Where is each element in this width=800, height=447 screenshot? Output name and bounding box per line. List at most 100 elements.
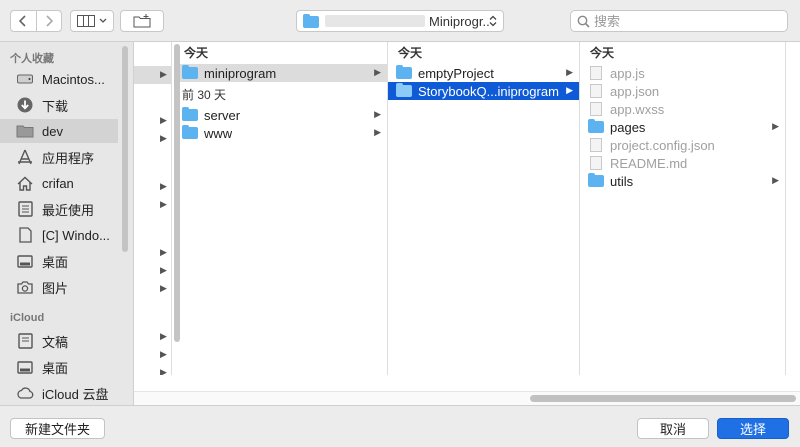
new-folder-button[interactable]: 新建文件夹 <box>10 418 105 439</box>
choose-button[interactable]: 选择 <box>717 418 789 439</box>
file-icon <box>588 102 604 116</box>
sidebar-scrollbar[interactable] <box>122 46 128 252</box>
columns-view-icon <box>77 15 95 27</box>
item-label: utils <box>610 173 634 189</box>
chevron-right-icon: ▶ <box>566 85 573 95</box>
sidebar-item-home[interactable]: crifan <box>0 171 118 195</box>
column-scrollbar[interactable] <box>174 44 180 342</box>
chevron-right-icon: ▶ <box>374 127 381 137</box>
path-popup-button[interactable]: Miniprogr... <box>296 10 504 32</box>
sidebar-item-label: iCloud 云盘 <box>42 386 109 402</box>
sidebar-item-desktop[interactable]: 桌面 <box>0 249 118 273</box>
item-label: pages <box>610 119 646 135</box>
column-parent: ▶ ▶ ▶ ▶ ▶ ▶ ▶ ▶ ▶ ▶ ▶ <box>134 42 172 375</box>
item-label: server <box>204 107 241 123</box>
chevron-right-icon: ▶ <box>374 67 381 77</box>
chevron-right-icon: ▶ <box>160 367 167 375</box>
sidebar-item-recents[interactable]: 最近使用 <box>0 197 118 221</box>
sidebar-item-icloud-drive[interactable]: iCloud 云盘 <box>0 381 118 405</box>
file-icon <box>588 138 604 152</box>
chevron-right-icon: ▶ <box>374 109 381 119</box>
column-dev: 今天 miniprogram ▶ 前 30 天 server ▶ www ▶ <box>174 42 388 375</box>
list-item[interactable]: README.md <box>580 154 785 172</box>
list-item[interactable]: pages ▶ <box>580 118 785 136</box>
path-redacted <box>325 15 425 27</box>
chevron-right-icon: ▶ <box>160 69 167 79</box>
list-item[interactable]: StorybookQ...iniprogram ▶ <box>388 82 579 100</box>
sidebar-item-label: 桌面 <box>42 254 69 270</box>
sidebar-item-icloud-documents[interactable]: 文稿 <box>0 329 118 353</box>
cancel-button[interactable]: 取消 <box>637 418 709 439</box>
sidebar-item-label: 图片 <box>42 280 69 296</box>
item-label: app.wxss <box>610 101 665 117</box>
cloud-icon <box>16 384 34 402</box>
sidebar-item-label: Macintos... <box>42 71 105 87</box>
list-item[interactable]: miniprogram ▶ <box>174 64 387 82</box>
chevron-right-icon: ▶ <box>160 247 167 257</box>
navigation-buttons <box>10 10 62 32</box>
forward-button[interactable] <box>37 11 62 31</box>
chevron-right-icon: ▶ <box>160 283 167 293</box>
file-icon <box>588 156 604 170</box>
folder-icon <box>182 107 198 122</box>
new-folder-icon <box>133 14 151 28</box>
chevron-right-icon: ▶ <box>772 175 779 185</box>
chevron-right-icon: ▶ <box>160 181 167 191</box>
folder-icon <box>303 14 319 28</box>
column-empty <box>786 42 800 375</box>
list-item[interactable]: utils ▶ <box>580 172 785 190</box>
item-label: app.json <box>610 83 660 99</box>
favorites-header: 个人收藏 <box>10 53 54 65</box>
applications-icon <box>16 148 34 166</box>
hard-drive-icon <box>16 70 34 88</box>
list-item[interactable]: app.wxss <box>580 100 785 118</box>
list-item[interactable]: project.config.json <box>580 136 785 154</box>
chevron-right-icon: ▶ <box>566 67 573 77</box>
sidebar-item-label: 下载 <box>42 98 69 114</box>
column-group-header: 今天 <box>184 46 209 60</box>
search-field[interactable] <box>570 10 788 32</box>
chevron-right-icon: ▶ <box>160 349 167 359</box>
folder-icon <box>182 65 198 80</box>
sidebar-item-icloud-desktop[interactable]: 桌面 <box>0 355 118 379</box>
icloud-header: iCloud <box>10 312 45 324</box>
sidebar-item-pictures[interactable]: 图片 <box>0 275 118 299</box>
chevron-right-icon <box>46 15 53 27</box>
sidebar-item-windows-share[interactable]: [C] Windo... <box>0 223 118 247</box>
item-label: miniprogram <box>204 65 277 81</box>
sidebar-item-dev[interactable]: dev <box>0 119 118 143</box>
path-label: Miniprogr... <box>429 13 489 29</box>
column-group-header: 今天 <box>398 46 423 60</box>
desktop-icon <box>16 252 34 270</box>
item-label: README.md <box>610 155 688 171</box>
chevron-down-icon <box>99 18 107 23</box>
folder-icon <box>396 83 412 98</box>
sidebar-item-label: [C] Windo... <box>42 227 110 243</box>
column-group-header: 前 30 天 <box>182 88 227 102</box>
list-item[interactable]: www ▶ <box>174 124 387 142</box>
item-label: project.config.json <box>610 137 715 153</box>
folder-icon <box>182 125 198 140</box>
file-icon <box>588 84 604 98</box>
horizontal-scrollbar[interactable] <box>530 395 796 402</box>
list-item[interactable]: app.js <box>580 64 785 82</box>
folder-icon <box>588 119 604 134</box>
list-item[interactable]: app.json <box>580 82 785 100</box>
sidebar-item-label: dev <box>42 123 63 139</box>
sidebar-item-macintosh[interactable]: Macintos... <box>0 67 118 91</box>
chevron-right-icon: ▶ <box>160 115 167 125</box>
sidebar-item-downloads[interactable]: 下载 <box>0 93 118 117</box>
list-item[interactable]: server ▶ <box>174 106 387 124</box>
updown-chevron-icon <box>489 15 497 27</box>
column-browser: ▶ ▶ ▶ ▶ ▶ ▶ ▶ ▶ ▶ ▶ ▶ 今天 miniprogram ▶ 前… <box>134 42 800 405</box>
chevron-right-icon: ▶ <box>160 265 167 275</box>
search-icon <box>577 15 590 28</box>
folder-icon <box>588 173 604 188</box>
list-item[interactable]: emptyProject ▶ <box>388 64 579 82</box>
view-mode-button[interactable] <box>70 10 114 32</box>
new-folder-toolbar-button[interactable] <box>120 10 164 32</box>
sidebar-item-applications[interactable]: 应用程序 <box>0 145 118 169</box>
item-label: StorybookQ...iniprogram <box>418 83 559 99</box>
back-button[interactable] <box>11 11 37 31</box>
search-input[interactable] <box>594 13 774 29</box>
